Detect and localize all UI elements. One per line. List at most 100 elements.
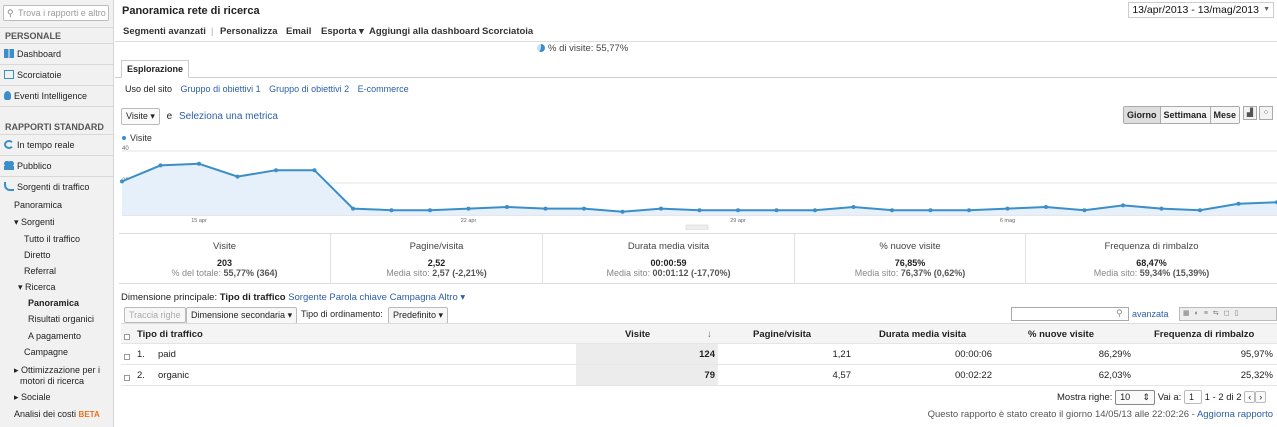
scorecard[interactable]: Durata media visita 00:00:59 Media sito: 0… bbox=[543, 234, 795, 283]
chart-resize-handle bbox=[685, 224, 709, 230]
sidebar-sub-search-overview[interactable]: Panoramica bbox=[28, 298, 79, 308]
sort-type-dropdown[interactable]: Predefinito ▾ bbox=[388, 307, 449, 324]
granularity-week-button[interactable]: Settimana bbox=[1160, 107, 1211, 123]
dimension-campaign[interactable]: Campagna bbox=[390, 292, 436, 303]
scorecard[interactable]: Frequenza di rimbalzo 68,47% Media sito: 5… bbox=[1026, 234, 1277, 283]
table-view-switcher[interactable]: ▦◐≡⇆◻▯ bbox=[1179, 307, 1277, 321]
subtab-goal-set-2[interactable]: Gruppo di obiettivi 2 bbox=[269, 84, 349, 94]
col-bounce-rate[interactable]: Frequenza di rimbalzo bbox=[1154, 329, 1254, 340]
sidebar-sub-all-traffic[interactable]: Tutto il traffico bbox=[24, 234, 80, 244]
refresh-report-link[interactable]: Aggiorna rapporto bbox=[1197, 409, 1273, 420]
report-footer: Questo rapporto è stato creato il giorno… bbox=[928, 409, 1273, 420]
shortcut-button[interactable]: Scorciatoia bbox=[482, 26, 533, 37]
section-reports: RAPPORTI STANDARD bbox=[5, 122, 104, 132]
sidebar-item-audience[interactable]: Pubblico bbox=[4, 161, 52, 171]
col-pages-visit[interactable]: Pagine/visita bbox=[753, 329, 811, 340]
granularity-month-button[interactable]: Mese bbox=[1210, 107, 1240, 123]
sidebar-sub-seo[interactable]: ▸ Ottimizzazione per i motori di ricerca bbox=[14, 365, 100, 387]
lightbulb-icon bbox=[4, 91, 11, 100]
data-point bbox=[1082, 208, 1087, 213]
section-personal: PERSONALE bbox=[5, 31, 62, 41]
row-visits: 79 bbox=[704, 370, 715, 381]
search-icon[interactable]: ⚲ bbox=[1116, 308, 1123, 319]
scorecard[interactable]: Pagine/visita 2,52 Media sito: 2,57 (-2,21… bbox=[331, 234, 543, 283]
sidebar-sub-overview[interactable]: Panoramica bbox=[14, 200, 62, 210]
subtab-ecommerce[interactable]: E-commerce bbox=[358, 84, 409, 94]
dimension-other[interactable]: Altro ▾ bbox=[438, 292, 465, 303]
customize-button[interactable]: Personalizza bbox=[220, 26, 278, 37]
sidebar-item-intelligence[interactable]: Eventi Intelligence bbox=[4, 91, 87, 101]
subtab-bar: Uso del sito Gruppo di obiettivi 1 Grupp… bbox=[125, 84, 415, 94]
page-title: Panoramica rete di ricerca bbox=[122, 5, 260, 17]
row-traffic-type[interactable]: paid bbox=[158, 349, 176, 360]
search-input[interactable]: ⚲ Trova i rapporti e altro bbox=[3, 5, 109, 21]
subtab-site-usage[interactable]: Uso del sito bbox=[125, 84, 172, 94]
table-row[interactable]: 1. paid 124 1,21 00:00:06 86,29% 95,97% bbox=[121, 344, 1277, 365]
data-point bbox=[659, 206, 663, 211]
x-tick-label: 22 apr bbox=[461, 218, 477, 224]
pie-icon bbox=[537, 44, 545, 52]
data-point bbox=[813, 208, 817, 213]
advanced-filter-link[interactable]: avanzata bbox=[1132, 309, 1169, 319]
table-controls: Traccia righe Dimensione secondaria ▾ Ti… bbox=[121, 307, 1277, 324]
sidebar-item-shortcuts[interactable]: Scorciatoie bbox=[4, 70, 62, 80]
sidebar-sub-organic[interactable]: Risultati organici bbox=[28, 314, 94, 324]
sidebar-sub-search[interactable]: ▾ Ricerca bbox=[18, 282, 56, 293]
prev-page-button[interactable]: ‹ bbox=[1244, 391, 1256, 403]
tab-explorer[interactable]: Esplorazione bbox=[121, 60, 190, 78]
next-page-button[interactable]: › bbox=[1255, 391, 1267, 403]
report-toolbar: Segmenti avanzati | Personalizza Email E… bbox=[115, 22, 1277, 42]
sidebar-sub-direct[interactable]: Diretto bbox=[24, 250, 51, 260]
granularity-toggle: Giorno Settimana Mese bbox=[1123, 106, 1241, 124]
col-new-visits[interactable]: % nuove visite bbox=[1028, 329, 1094, 340]
metric-dropdown[interactable]: Visite ▾ bbox=[121, 108, 160, 125]
dimension-keyword[interactable]: Parola chiave bbox=[329, 292, 387, 303]
sidebar-sub-campaigns[interactable]: Campagne bbox=[24, 347, 68, 357]
sidebar: ⚲ Trova i rapporti e altro PERSONALE Das… bbox=[0, 0, 114, 427]
scorecard-comparison: Media sito: 2,57 (-2,21%) bbox=[386, 268, 487, 278]
data-point bbox=[736, 208, 740, 213]
goto-page-input[interactable]: 1 bbox=[1183, 390, 1202, 404]
data-point bbox=[466, 206, 471, 211]
sidebar-sub-social[interactable]: ▸ Sociale bbox=[14, 392, 51, 403]
sidebar-sub-label: motori di ricerca bbox=[20, 376, 85, 386]
add-to-dashboard-button[interactable]: Aggiungi alla dashboard bbox=[369, 26, 480, 37]
row-index: 2. bbox=[137, 370, 145, 381]
table-row[interactable]: 2. organic 79 4,57 00:02:22 62,03% 25,32… bbox=[121, 365, 1277, 386]
summary-scorecards: Visite 203% del totale: 55,77% (364) Pagin… bbox=[119, 233, 1277, 284]
scorecard[interactable]: Visite 203% del totale: 55,77% (364) bbox=[119, 234, 331, 283]
col-visits[interactable]: Visite bbox=[625, 329, 650, 340]
dimension-source[interactable]: Sorgente bbox=[288, 292, 327, 303]
col-avg-duration[interactable]: Durata media visita bbox=[879, 329, 966, 340]
sidebar-item-dashboard[interactable]: Dashboard bbox=[4, 49, 61, 59]
sidebar-item-traffic-sources[interactable]: Sorgenti di traffico bbox=[4, 182, 89, 192]
email-button[interactable]: Email bbox=[286, 26, 311, 37]
col-traffic-type[interactable]: Tipo di traffico bbox=[137, 329, 203, 340]
select-metric-link[interactable]: Seleziona una metrica bbox=[179, 111, 278, 122]
metric-dropdown-value: Visite bbox=[126, 111, 148, 121]
export-button[interactable]: Esporta ▾ bbox=[321, 26, 364, 37]
visits-percentage: % di visite: 55,77% bbox=[537, 43, 628, 54]
sidebar-item-realtime[interactable]: In tempo reale bbox=[4, 140, 75, 150]
plot-rows-button[interactable]: Traccia righe bbox=[124, 307, 186, 323]
table-filter-input[interactable] bbox=[1011, 307, 1129, 321]
data-point bbox=[1236, 201, 1241, 206]
sidebar-sub-referral[interactable]: Referral bbox=[24, 266, 56, 276]
motion-chart-icon[interactable]: ⁘ bbox=[1259, 106, 1273, 120]
primary-dimension-label: Dimensione principale: bbox=[121, 292, 218, 303]
primary-dimension-active[interactable]: Tipo di traffico bbox=[220, 292, 286, 303]
granularity-day-button[interactable]: Giorno bbox=[1124, 107, 1161, 123]
line-chart-icon[interactable]: ▟ bbox=[1243, 106, 1257, 120]
subtab-goal-set-1[interactable]: Gruppo di obiettivi 1 bbox=[181, 84, 261, 94]
data-point bbox=[1159, 206, 1164, 211]
row-traffic-type[interactable]: organic bbox=[158, 370, 189, 381]
rows-per-page-select[interactable]: 10 ⇕ bbox=[1115, 390, 1156, 405]
sidebar-sub-cost-analysis[interactable]: Analisi dei costi BETA bbox=[14, 409, 100, 419]
advanced-segments-button[interactable]: Segmenti avanzati bbox=[123, 26, 206, 37]
sidebar-sub-sources[interactable]: ▾ Sorgenti bbox=[14, 217, 55, 228]
date-range-picker[interactable]: 13/apr/2013 - 13/mag/2013 ▼ bbox=[1128, 2, 1274, 18]
scorecard[interactable]: % nuove visite 76,85% Media sito: 76,37% (… bbox=[795, 234, 1026, 283]
scorecard-comparison: Media sito: 00:01:12 (-17,70%) bbox=[606, 268, 731, 278]
secondary-dimension-dropdown[interactable]: Dimensione secondaria ▾ bbox=[186, 307, 298, 324]
sidebar-sub-paid[interactable]: A pagamento bbox=[28, 331, 81, 341]
